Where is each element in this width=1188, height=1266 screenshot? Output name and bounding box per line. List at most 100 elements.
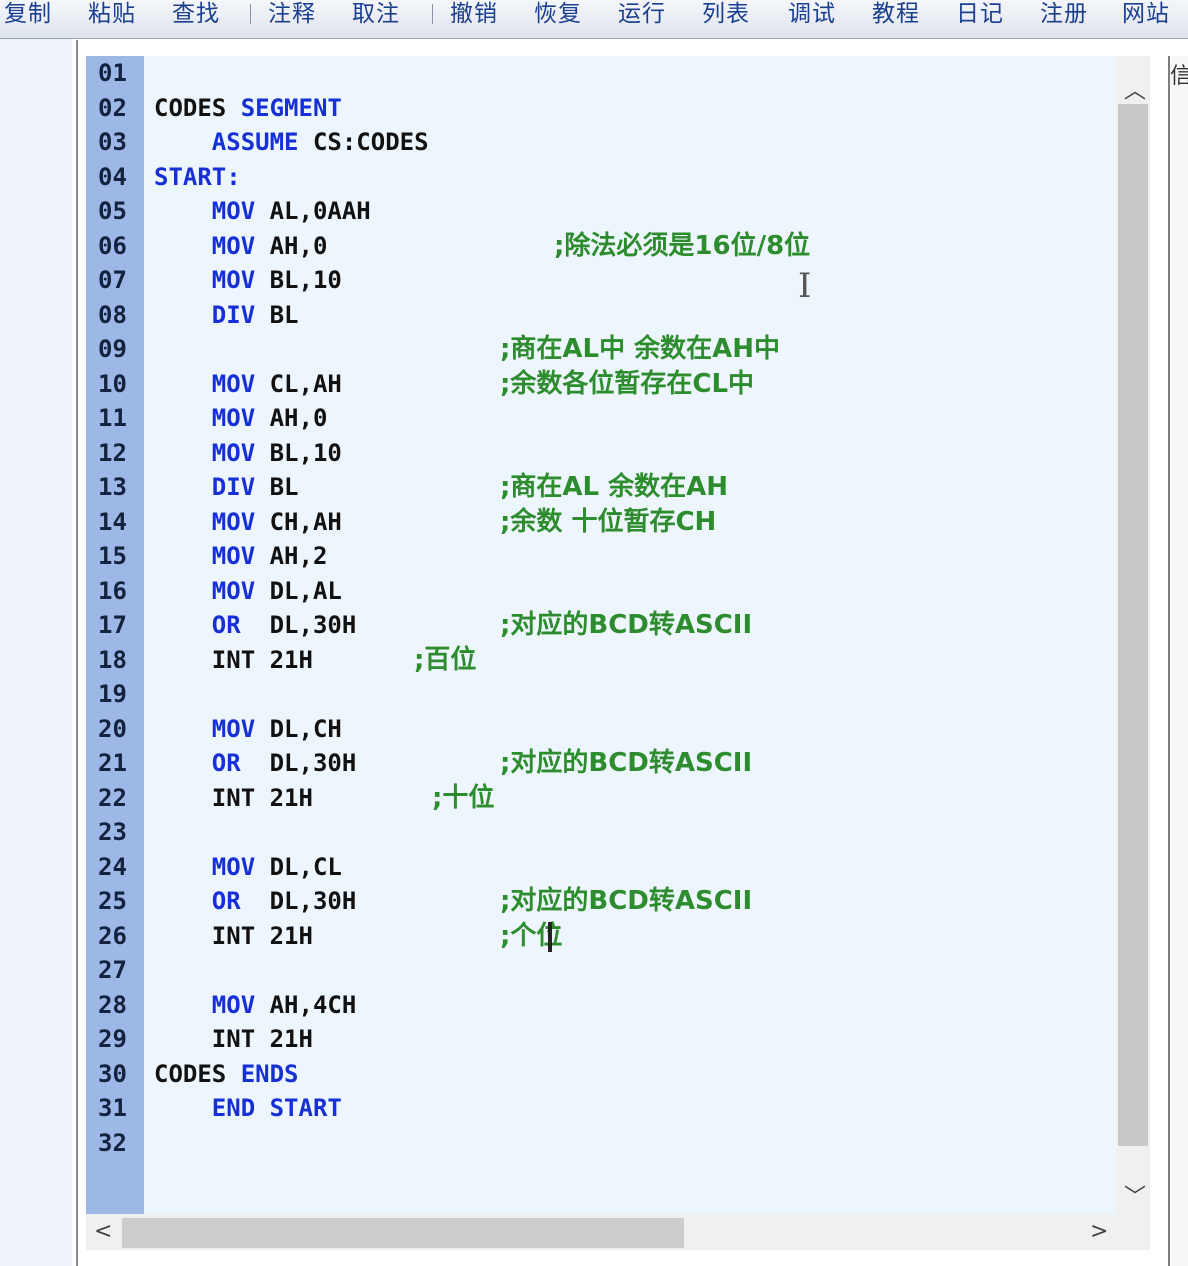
line-number: 23 — [98, 818, 127, 846]
code-line[interactable]: 18 INT 21H ;百位 — [86, 643, 1116, 677]
toolbar-item[interactable]: 运行 — [618, 0, 666, 30]
code-token: AH,2 — [255, 542, 328, 570]
chevron-up-icon[interactable]: ︿ — [1124, 80, 1146, 104]
code-line[interactable]: 20 MOV DL,CH — [86, 712, 1116, 746]
code-line[interactable]: 13 DIV BL ;商在AL 余数在AH — [86, 470, 1116, 504]
code-token: AH,0 — [255, 404, 328, 432]
code-text: START: — [154, 160, 241, 194]
line-number: 03 — [98, 128, 127, 156]
code-line[interactable]: 15 MOV AH,2 — [86, 539, 1116, 573]
code-line[interactable]: 05 MOV AL,0AAH — [86, 194, 1116, 228]
keyword-token: MOV — [211, 197, 256, 225]
code-text: MOV AL,0AAH — [154, 194, 371, 228]
code-comment: ;商在AL 余数在AH — [500, 472, 729, 502]
toolbar-item[interactable]: 复制 — [4, 0, 52, 30]
code-line[interactable]: 16 MOV DL,AL — [86, 574, 1116, 608]
code-line[interactable]: 19 — [86, 677, 1116, 711]
toolbar-item[interactable]: 调试 — [788, 0, 836, 30]
code-line[interactable]: 11 MOV AH,0 — [86, 401, 1116, 435]
code-token: DL,30H — [240, 887, 357, 915]
code-comment: ;对应的BCD转ASCII — [500, 748, 753, 778]
code-line[interactable]: 10 MOV CL,AH ;余数各位暂存在CL中 — [86, 367, 1116, 401]
horizontal-scroll-thumb[interactable] — [122, 1218, 684, 1248]
code-line[interactable]: 29 INT 21H — [86, 1022, 1116, 1056]
line-number: 20 — [98, 714, 127, 743]
code-line[interactable]: 08 DIV BL — [86, 298, 1116, 332]
code-line[interactable]: 21 OR DL,30H ;对应的BCD转ASCII — [86, 746, 1116, 780]
code-line[interactable]: 06 MOV AH,0 ;除法必须是16位/8位 — [86, 229, 1116, 263]
toolbar-item[interactable]: 网站 — [1122, 0, 1170, 30]
line-number: 09 — [98, 335, 127, 363]
code-text: INT 21H — [154, 643, 313, 677]
keyword-token: ASSUME — [211, 128, 299, 156]
code-line[interactable]: 23 — [86, 815, 1116, 849]
side-panel-label: 信 — [1170, 64, 1188, 89]
code-token: AH,4CH — [255, 990, 357, 1019]
code-token: CH,AH — [255, 507, 342, 536]
keyword-token: MOV — [211, 369, 256, 398]
code-line[interactable]: 01 — [86, 56, 1116, 90]
code-line[interactable]: 25 OR DL,30H ;对应的BCD转ASCII — [86, 884, 1116, 918]
toolbar-item[interactable]: 日记 — [956, 0, 1004, 30]
code-token: CL,AH — [255, 369, 342, 398]
code-line[interactable]: 26 INT 21H ;个位 — [86, 919, 1116, 953]
chevron-left-icon[interactable]: < — [94, 1220, 112, 1244]
code-line[interactable]: 04 START: — [86, 160, 1116, 194]
toolbar-item[interactable]: 恢复 — [534, 0, 582, 30]
code-line[interactable]: 30 CODES ENDS — [86, 1057, 1116, 1091]
line-number: 19 — [98, 680, 127, 708]
code-line[interactable]: 02 CODES SEGMENT — [86, 91, 1116, 125]
toolbar-item[interactable]: 撤销 — [450, 0, 498, 30]
keyword-token: MOV — [211, 852, 256, 881]
code-line[interactable]: 32 — [86, 1126, 1116, 1160]
toolbar-item[interactable]: 粘贴 — [88, 0, 136, 30]
code-line[interactable]: 22 INT 21H ;十位 — [86, 781, 1116, 815]
code-token: AL,0AAH — [255, 197, 371, 225]
line-number: 01 — [98, 59, 127, 87]
code-token: CODES — [154, 1059, 241, 1088]
line-number: 18 — [98, 645, 127, 674]
code-text: OR DL,30H — [154, 608, 357, 642]
code-line[interactable]: 12 MOV BL,10 — [86, 436, 1116, 470]
toolbar-item[interactable]: 注释 — [268, 0, 316, 30]
toolbar-item[interactable]: 注册 — [1040, 0, 1088, 30]
code-token: DL,CL — [255, 852, 342, 881]
keyword-token: MOV — [211, 990, 256, 1019]
frame-divider — [76, 40, 78, 1266]
code-comment: ;对应的BCD转ASCII — [500, 610, 753, 640]
vertical-scroll-thumb[interactable] — [1118, 104, 1148, 1146]
code-line[interactable]: 09 ;商在AL中 余数在AH中 — [86, 332, 1116, 366]
code-line[interactable]: 31 END START — [86, 1091, 1116, 1125]
chevron-down-icon[interactable]: ﹀ — [1124, 1186, 1146, 1210]
chevron-right-icon[interactable]: > — [1090, 1220, 1108, 1244]
toolbar-item[interactable]: 列表 — [702, 0, 750, 30]
code-token: CS:CODES — [298, 128, 429, 156]
toolbar-item[interactable]: 查找 — [172, 0, 220, 30]
toolbar-item[interactable]: 取注 — [352, 0, 400, 30]
code-text: MOV CH,AH — [154, 505, 342, 539]
code-line[interactable]: 03 ASSUME CS:CODES — [86, 125, 1116, 159]
code-text: END START — [154, 1091, 342, 1125]
code-line[interactable]: 07 MOV BL,10 — [86, 263, 1116, 297]
code-line[interactable]: 28 MOV AH,4CH — [86, 988, 1116, 1022]
code-line[interactable]: 14 MOV CH,AH ;余数 十位暂存CH — [86, 505, 1116, 539]
code-line[interactable]: 27 — [86, 953, 1116, 987]
code-line[interactable]: 17 OR DL,30H ;对应的BCD转ASCII — [86, 608, 1116, 642]
line-number: 05 — [98, 197, 127, 225]
keyword-token: MOV — [211, 438, 256, 467]
toolbar-item[interactable]: 教程 — [872, 0, 920, 30]
code-comment: ;对应的BCD转ASCII — [500, 886, 753, 916]
code-line[interactable]: 24 MOV DL,CL — [86, 850, 1116, 884]
code-token: BL — [255, 473, 299, 501]
